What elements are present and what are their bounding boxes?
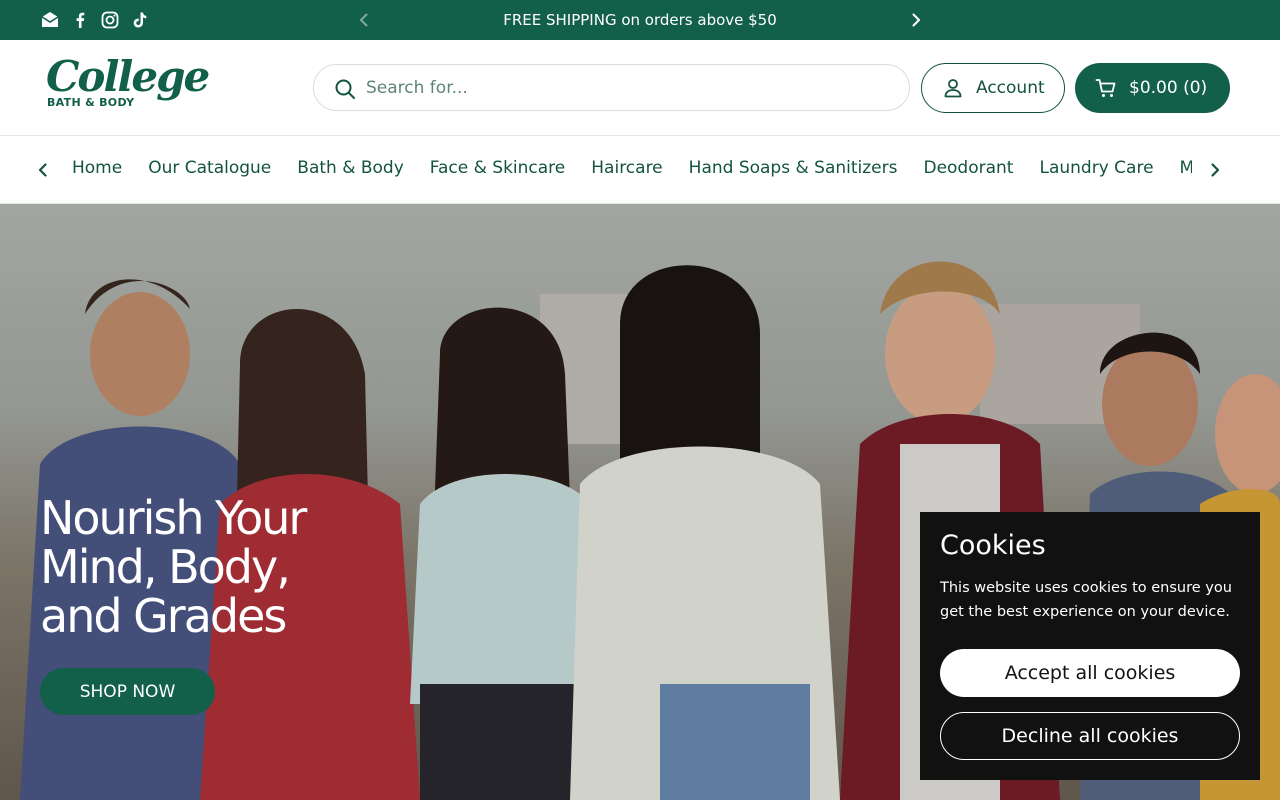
nav-item-laundry-care[interactable]: Laundry Care: [1039, 158, 1153, 178]
hero-title: Nourish Your Mind, Body, and Grades: [40, 494, 400, 641]
cookie-banner: Cookies This website uses cookies to ens…: [920, 512, 1260, 780]
instagram-icon[interactable]: [100, 10, 120, 30]
nav-items: Home Our Catalogue Bath & Body Face & Skinc…: [72, 158, 1192, 184]
main-nav: Home Our Catalogue Bath & Body Face & Skinc…: [0, 136, 1280, 204]
nav-item-mens[interactable]: Men's: [1180, 158, 1192, 178]
decline-cookies-button[interactable]: Decline all cookies: [940, 712, 1240, 760]
hero-title-line: Nourish Your: [40, 491, 307, 545]
account-label: Account: [976, 78, 1045, 98]
nav-item-face-skincare[interactable]: Face & Skincare: [430, 158, 565, 178]
hero-title-line: and Grades: [40, 589, 287, 643]
search-icon[interactable]: [334, 78, 356, 100]
announcement-next-button[interactable]: [906, 10, 926, 30]
logo-tagline: BATH & BODY: [47, 96, 135, 109]
facebook-icon[interactable]: [70, 10, 90, 30]
hero-title-line: Mind, Body,: [40, 540, 291, 594]
cart-total: $0.00 (0): [1129, 78, 1208, 98]
nav-next-button[interactable]: [1205, 160, 1225, 180]
cookie-title: Cookies: [940, 530, 1046, 561]
search-bar[interactable]: [313, 64, 910, 111]
announcement-prev-button[interactable]: [354, 10, 374, 30]
nav-item-hand-soaps[interactable]: Hand Soaps & Sanitizers: [689, 158, 898, 178]
search-input[interactable]: [366, 73, 886, 103]
shop-now-button[interactable]: SHOP NOW: [40, 668, 215, 715]
nav-item-bath-body[interactable]: Bath & Body: [297, 158, 404, 178]
nav-item-home[interactable]: Home: [72, 158, 122, 178]
tiktok-icon[interactable]: [130, 10, 150, 30]
nav-item-deodorant[interactable]: Deodorant: [923, 158, 1013, 178]
announcement-text: FREE SHIPPING on orders above $50: [503, 11, 777, 29]
account-button[interactable]: Account: [921, 63, 1065, 113]
user-icon: [944, 79, 962, 98]
social-links: [40, 10, 150, 30]
cookie-message: This website uses cookies to ensure you …: [940, 580, 1232, 620]
accept-cookies-button[interactable]: Accept all cookies: [940, 649, 1240, 697]
logo[interactable]: College BATH & BODY: [46, 52, 210, 118]
nav-item-haircare[interactable]: Haircare: [591, 158, 662, 178]
cart-button[interactable]: $0.00 (0): [1075, 63, 1230, 113]
announcement-bar: FREE SHIPPING on orders above $50: [0, 0, 1280, 40]
nav-prev-button[interactable]: [33, 160, 53, 180]
cart-icon: [1095, 79, 1116, 97]
site-header: College BATH & BODY Account $0.00 (0): [0, 40, 1280, 136]
email-icon[interactable]: [40, 10, 60, 30]
nav-item-our-catalogue[interactable]: Our Catalogue: [148, 158, 271, 178]
logo-wordmark: College: [46, 52, 210, 101]
